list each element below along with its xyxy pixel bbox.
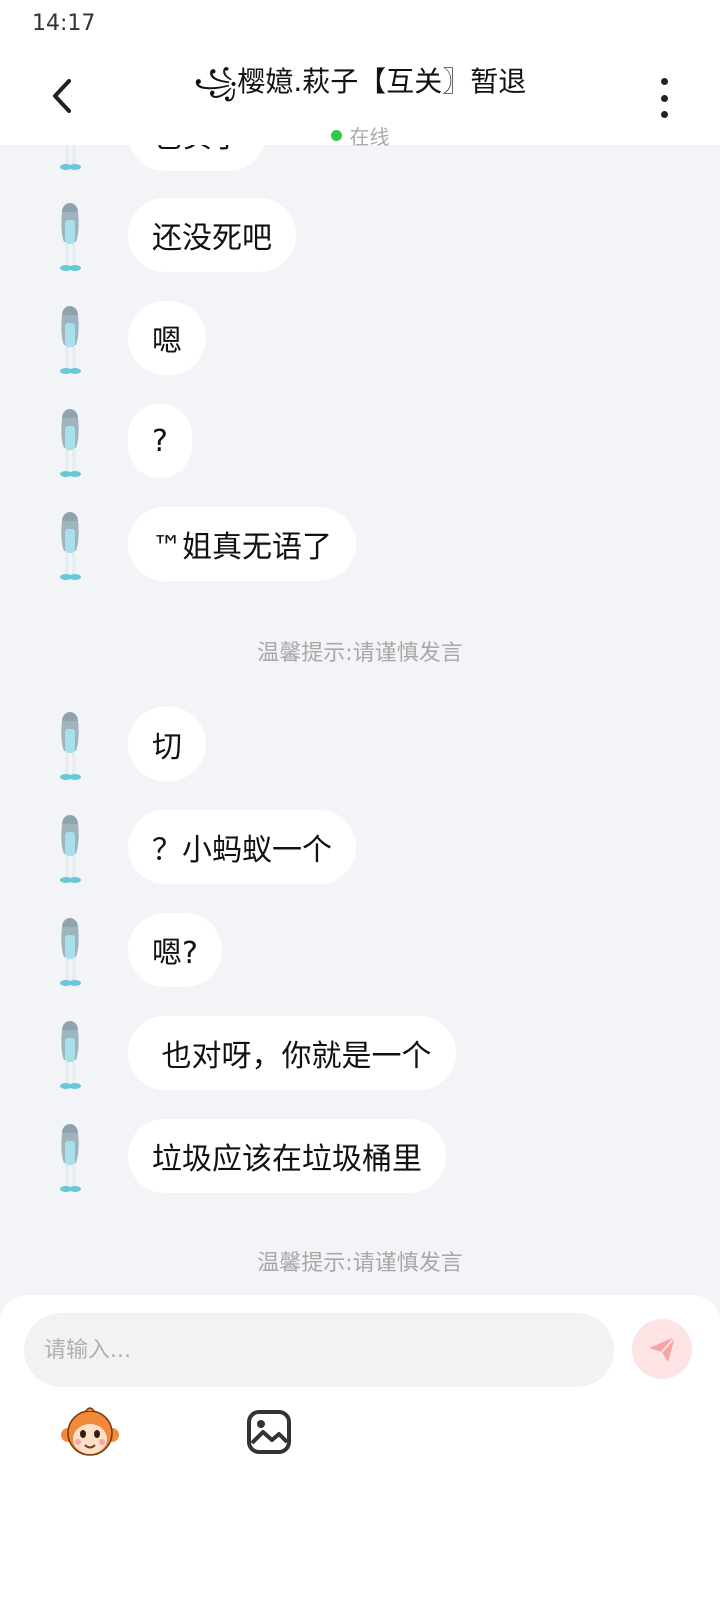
chevron-left-icon	[53, 79, 71, 113]
input-panel	[0, 1295, 720, 1600]
message-item: 垃圾应该在垃圾桶里	[0, 1119, 720, 1199]
message-item: ™姐真无语了	[0, 507, 720, 587]
back-button[interactable]	[42, 74, 82, 118]
message-bubble[interactable]: ？小蚂蚁一个	[128, 810, 356, 884]
avatar[interactable]	[50, 814, 90, 888]
header-title-block: ꧁樱嬑.萩子【互关〗暂退 在线	[110, 60, 610, 150]
message-item: ？小蚂蚁一个	[0, 810, 720, 890]
avatar[interactable]	[50, 511, 90, 585]
send-button[interactable]	[632, 1319, 692, 1379]
message-item: 嗯	[0, 301, 720, 381]
more-vertical-icon	[660, 78, 668, 85]
message-bubble[interactable]: 还没死吧	[128, 198, 296, 272]
image-button[interactable]	[246, 1409, 292, 1455]
avatar[interactable]	[50, 1020, 90, 1094]
avatar[interactable]	[50, 711, 90, 785]
message-item: ?	[0, 404, 720, 484]
contact-name: ꧁樱嬑.萩子【互关〗暂退	[193, 65, 527, 98]
message-bubble[interactable]: 垃圾应该在垃圾桶里	[128, 1119, 446, 1193]
status-time: 14:17	[32, 11, 96, 36]
message-bubble[interactable]: ?	[128, 404, 192, 478]
message-item: 还没死吧	[0, 198, 720, 278]
chat-messages[interactable]: 也实了 还没死吧 嗯	[0, 145, 720, 1295]
message-bubble[interactable]: 也实了	[128, 145, 266, 171]
message-item: 嗯?	[0, 913, 720, 993]
more-options-button[interactable]	[652, 78, 676, 118]
system-tip: 温馨提示:请谨慎发言	[257, 641, 463, 666]
image-icon	[247, 1410, 291, 1454]
avatar[interactable]	[50, 305, 90, 379]
message-bubble[interactable]: 也对呀，你就是一个	[128, 1016, 456, 1090]
avatar[interactable]	[50, 1123, 90, 1197]
paper-plane-icon	[649, 1336, 676, 1362]
avatar[interactable]	[50, 202, 90, 276]
avatar[interactable]	[50, 917, 90, 991]
message-item: 也实了	[0, 145, 720, 177]
message-bubble[interactable]: ™姐真无语了	[128, 507, 356, 581]
monkey-emoji-icon	[61, 1407, 119, 1456]
message-bubble[interactable]: 切	[128, 707, 206, 781]
chat-header: ꧁樱嬑.萩子【互关〗暂退 在线	[0, 50, 720, 149]
message-bubble[interactable]: 嗯?	[128, 913, 222, 987]
message-bubble[interactable]: 嗯	[128, 301, 206, 375]
emoji-button[interactable]	[60, 1407, 120, 1459]
status-bar: 14:17	[0, 0, 720, 50]
message-input[interactable]	[24, 1313, 614, 1387]
avatar[interactable]	[50, 145, 90, 175]
online-dot-icon	[330, 130, 342, 141]
message-item: 切	[0, 707, 720, 787]
system-tip: 温馨提示:请谨慎发言	[257, 1251, 463, 1276]
message-item: 也对呀，你就是一个	[0, 1016, 720, 1096]
avatar[interactable]	[50, 408, 90, 482]
